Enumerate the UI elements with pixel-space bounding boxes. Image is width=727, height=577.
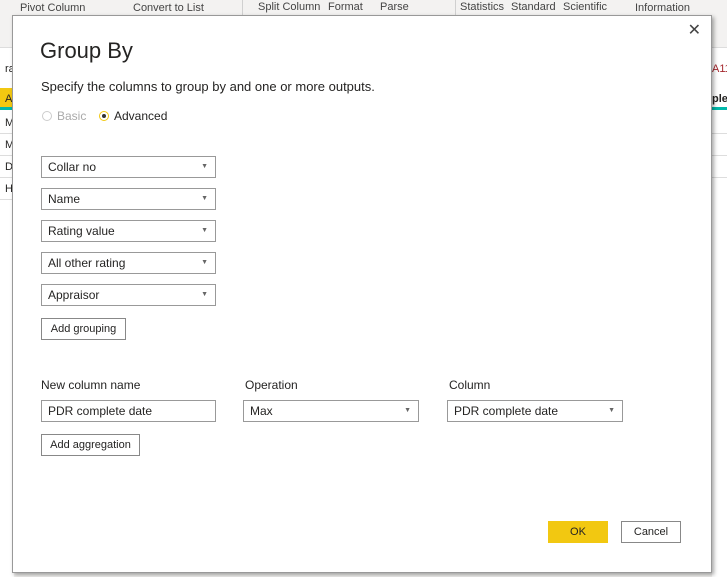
chevron-down-icon: ▼: [201, 163, 208, 170]
column-header[interactable]: ple: [712, 88, 727, 110]
data-grid-right: A11 ple: [712, 48, 727, 577]
statistics-button[interactable]: Statistics: [460, 1, 504, 14]
select-value: Appraisor: [48, 288, 100, 302]
chevron-down-icon: ▼: [608, 407, 615, 414]
scientific-button[interactable]: Scientific: [563, 1, 607, 14]
dialog-description: Specify the columns to group by and one …: [41, 79, 375, 94]
cancel-button[interactable]: Cancel: [621, 521, 681, 543]
close-icon[interactable]: ✕: [688, 20, 701, 40]
advanced-radio[interactable]: Advanced: [99, 109, 167, 123]
chevron-down-icon: ▼: [201, 291, 208, 298]
parse-button[interactable]: Parse: [380, 1, 409, 14]
convert-to-list-button[interactable]: Convert to List: [133, 2, 204, 15]
select-value: All other rating: [48, 256, 126, 270]
grouping-select-1[interactable]: Collar no ▼: [41, 156, 216, 178]
formula-text: A11: [712, 63, 727, 75]
pivot-column-button[interactable]: Pivot Column: [20, 2, 85, 15]
chevron-down-icon: ▼: [201, 227, 208, 234]
add-grouping-button[interactable]: Add grouping: [41, 318, 126, 340]
dialog-title: Group By: [40, 38, 133, 63]
chevron-down-icon: ▼: [404, 407, 411, 414]
chevron-down-icon: ▼: [201, 259, 208, 266]
radio-selected-icon: [99, 111, 109, 121]
radio-icon: [42, 111, 52, 121]
group-by-dialog: ✕ Group By Specify the columns to group …: [12, 15, 712, 573]
add-aggregation-button[interactable]: Add aggregation: [41, 434, 140, 456]
grid-cell: [712, 156, 727, 178]
column-select[interactable]: PDR complete date ▼: [447, 400, 623, 422]
operation-label: Operation: [245, 378, 298, 392]
basic-label: Basic: [57, 109, 87, 123]
grouping-select-4[interactable]: All other rating ▼: [41, 252, 216, 274]
select-value: PDR complete date: [454, 404, 559, 418]
input-value: PDR complete date: [48, 404, 153, 418]
split-column-button[interactable]: Split Column: [258, 1, 320, 14]
select-value: Max: [250, 404, 273, 418]
grid-cell: [712, 112, 727, 134]
select-value: Rating value: [48, 224, 115, 238]
ok-button[interactable]: OK: [548, 521, 608, 543]
format-button[interactable]: Format: [328, 1, 363, 14]
grouping-select-2[interactable]: Name ▼: [41, 188, 216, 210]
operation-select[interactable]: Max ▼: [243, 400, 419, 422]
select-value: Collar no: [48, 160, 97, 174]
new-column-name-label: New column name: [41, 378, 141, 392]
select-value: Name: [48, 192, 81, 206]
grouping-select-3[interactable]: Rating value ▼: [41, 220, 216, 242]
column-label: Column: [449, 378, 491, 392]
information-button[interactable]: Information: [635, 2, 690, 15]
new-column-name-input[interactable]: PDR complete date: [41, 400, 216, 422]
basic-radio[interactable]: Basic: [42, 109, 86, 123]
advanced-label: Advanced: [114, 109, 168, 123]
chevron-down-icon: ▼: [201, 195, 208, 202]
standard-button[interactable]: Standard: [511, 1, 556, 14]
grouping-select-5[interactable]: Appraisor ▼: [41, 284, 216, 306]
grid-cell: [712, 134, 727, 156]
